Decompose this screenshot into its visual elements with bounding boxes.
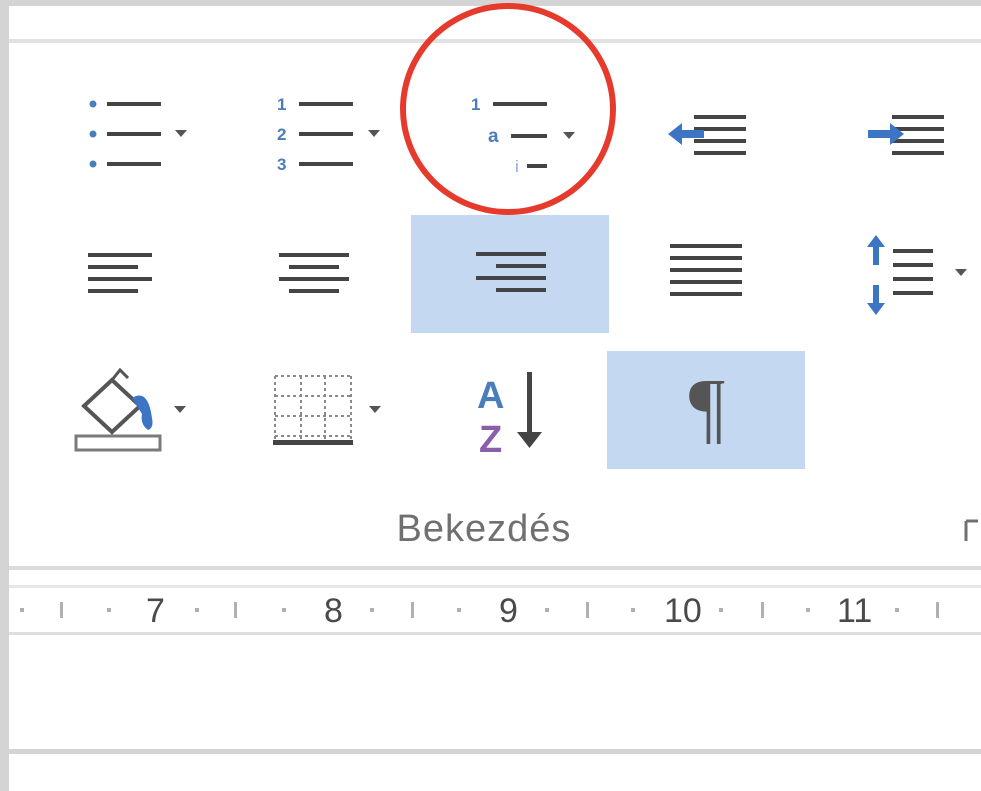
increase-indent-button[interactable] (857, 98, 957, 168)
dropdown-arrow-icon (175, 130, 187, 137)
align-center-button[interactable] (264, 238, 384, 308)
horizontal-ruler: 7 8 9 10 11 (9, 588, 981, 632)
decrease-indent-icon (668, 115, 746, 155)
align-right-icon (476, 252, 546, 292)
dropdown-arrow-icon (369, 406, 381, 413)
align-center-icon (279, 253, 349, 293)
number-glyph-1: 1 (277, 95, 286, 114)
justify-button[interactable] (659, 233, 769, 313)
window-left-border (0, 0, 9, 791)
ruler-number-9: 9 (499, 592, 518, 630)
ruler-tick (234, 602, 237, 618)
ruler-tick (761, 602, 764, 618)
dropdown-arrow-icon (955, 269, 967, 276)
sort-az-icon: A Z (477, 372, 542, 459)
bullet-list-icon (89, 100, 187, 168)
shading-button[interactable] (67, 361, 207, 456)
numbering-button[interactable]: 1 2 3 (264, 83, 404, 174)
dropdown-arrow-icon (174, 406, 186, 413)
paragraph-group-label: Bekezdés (396, 508, 572, 550)
ruler-tick (195, 608, 199, 612)
highlight-circle (400, 3, 616, 215)
pilcrow-glyph: ¶ (689, 364, 725, 452)
number-glyph-3: 3 (277, 155, 286, 174)
sort-letter-a: A (477, 375, 504, 417)
dialog-launcher-icon (964, 519, 978, 541)
ruler-tick (806, 608, 810, 612)
align-left-icon (88, 253, 152, 293)
sort-letter-z: Z (479, 419, 502, 459)
ruler-tick (107, 608, 111, 612)
pilcrow-icon: ¶ (689, 364, 725, 452)
dropdown-arrow-icon (368, 130, 380, 137)
document-divider (9, 749, 981, 754)
borders-icon (273, 375, 381, 445)
ruler-number-8: 8 (324, 592, 343, 630)
align-left-button[interactable] (69, 238, 189, 308)
ruler-tick (411, 602, 414, 618)
ruler-tick (457, 608, 461, 612)
ruler-tick (282, 608, 286, 612)
line-spacing-button[interactable] (854, 228, 981, 323)
ruler-number-11: 11 (837, 592, 873, 630)
sort-button[interactable]: A Z (464, 363, 574, 459)
number-glyph-2: 2 (277, 125, 286, 144)
ruler-tick (936, 602, 939, 618)
increase-indent-icon (868, 115, 944, 155)
ruler-number-10: 10 (664, 592, 702, 630)
decrease-indent-button[interactable] (659, 98, 759, 168)
ribbon-bottom-divider (9, 566, 981, 570)
ruler-tick (895, 608, 899, 612)
numbered-list-icon: 1 2 3 (277, 95, 380, 174)
align-right-button[interactable] (411, 215, 609, 333)
document-area[interactable] (9, 635, 981, 749)
ruler-number-7: 7 (146, 592, 165, 630)
ruler-tick (631, 608, 635, 612)
ruler-tick (545, 608, 549, 612)
ruler-tick (719, 608, 723, 612)
paint-bucket-icon (74, 367, 186, 452)
show-hide-button[interactable]: ¶ (607, 351, 805, 469)
ruler-tick (60, 602, 63, 618)
bullets-button[interactable] (69, 83, 209, 173)
line-spacing-icon (867, 235, 967, 315)
borders-button[interactable] (264, 363, 404, 453)
dialog-launcher-button[interactable] (962, 513, 981, 545)
ruler-tick (586, 602, 589, 618)
ruler-tick (20, 608, 24, 612)
ruler-tick (370, 608, 374, 612)
justify-icon (670, 244, 742, 296)
